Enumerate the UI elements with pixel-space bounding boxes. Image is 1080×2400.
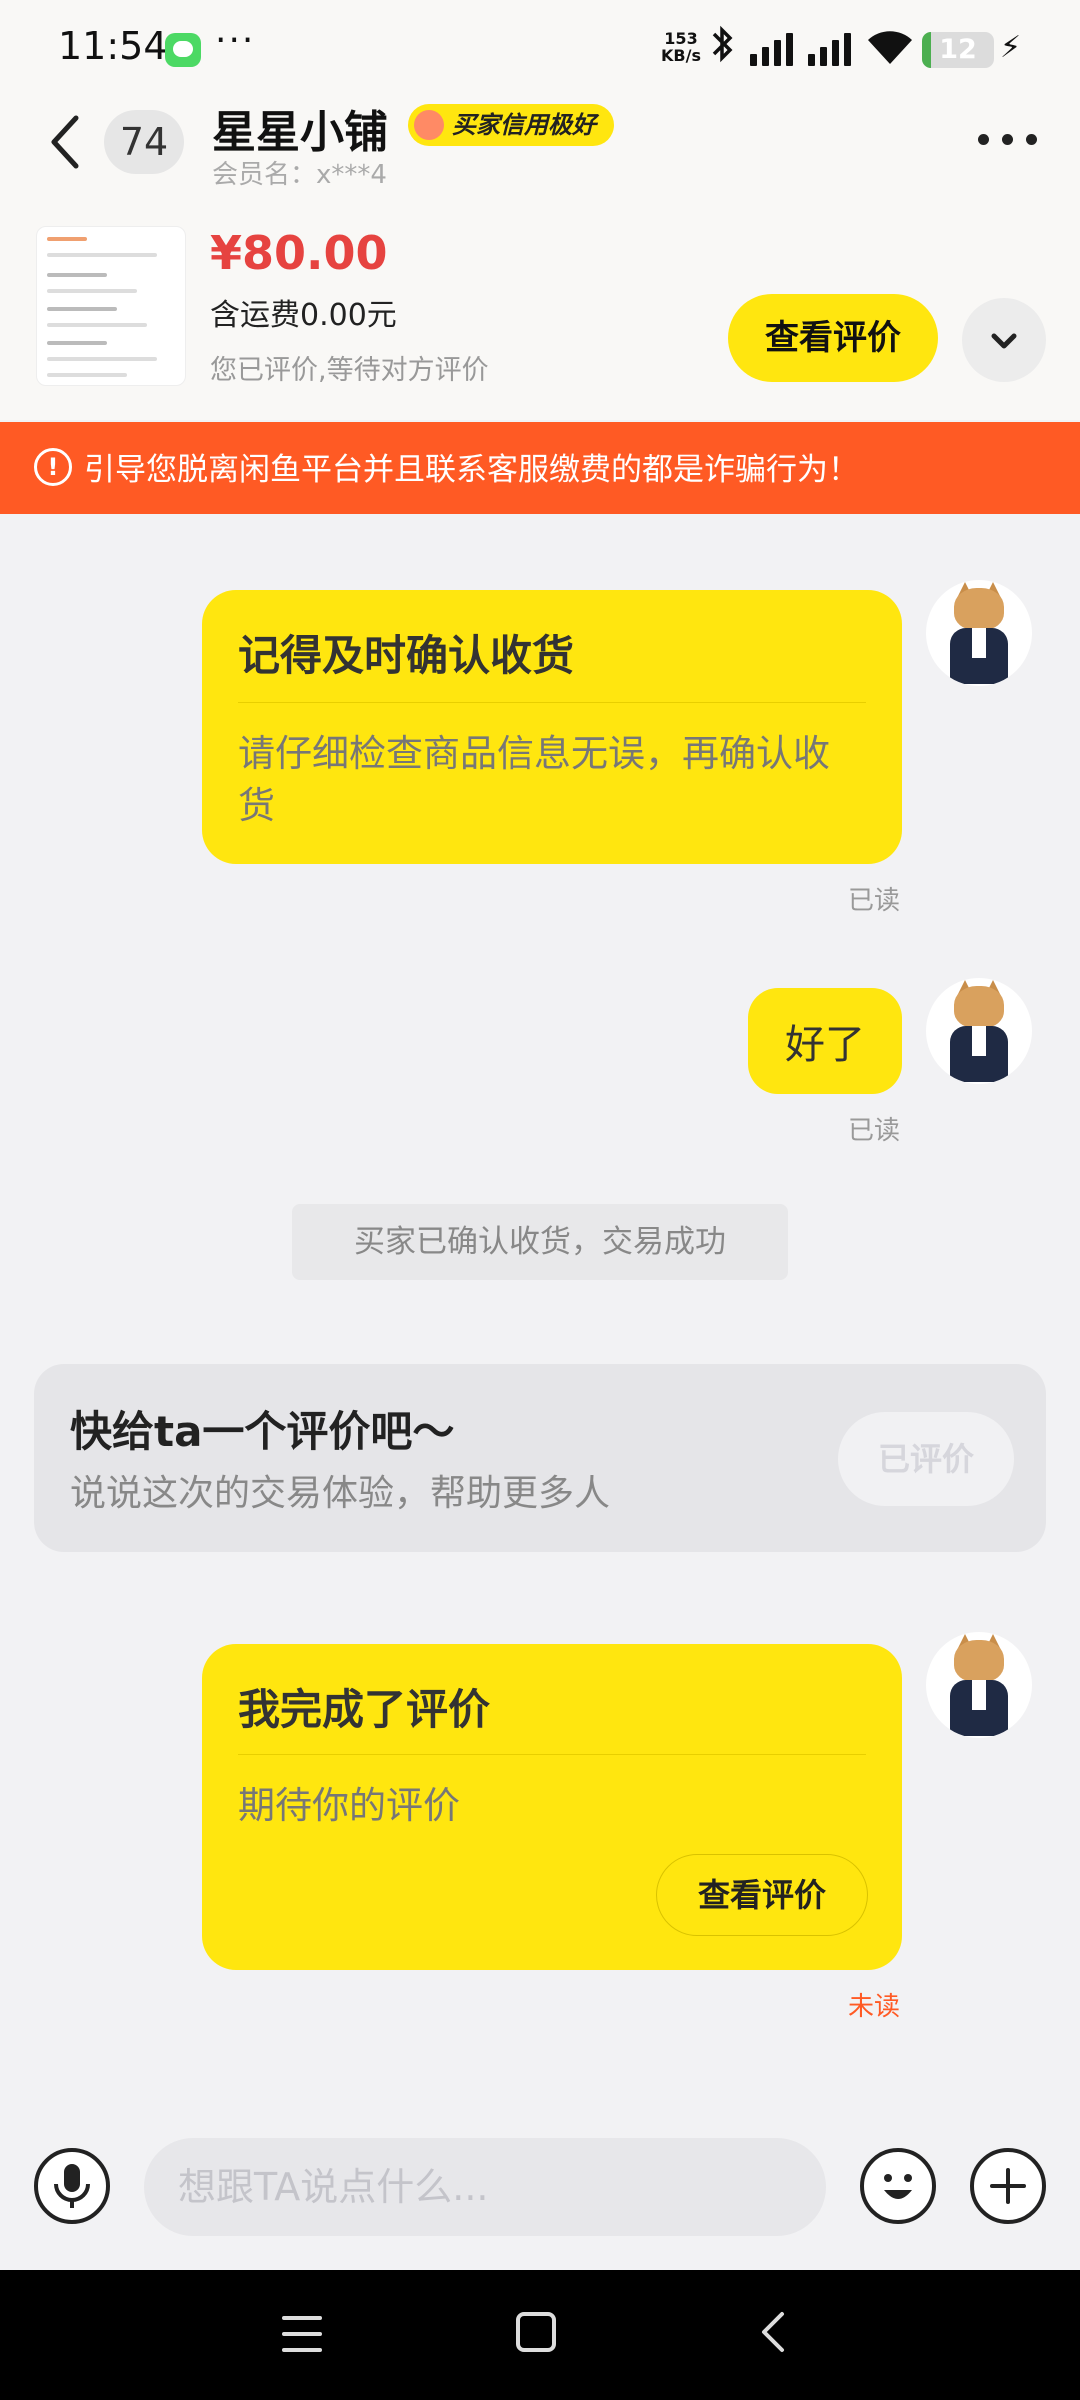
home-icon[interactable]: [516, 2312, 556, 2352]
read-status: 已读: [847, 886, 900, 916]
message-text: 好了: [785, 1022, 865, 1068]
network-speed: 153 KB/s: [656, 30, 706, 64]
shop-name[interactable]: 星星小铺: [212, 96, 388, 160]
emoji-icon[interactable]: [860, 2148, 936, 2224]
message-bubble-confirm-receipt[interactable]: 记得及时确认收货 请仔细检查商品信息无误，再确认收货: [202, 590, 902, 864]
avatar[interactable]: [926, 978, 1032, 1084]
network-speed-value: 153: [664, 29, 698, 48]
nav-back-icon[interactable]: [754, 2310, 794, 2354]
message-bubble-ok[interactable]: 好了: [748, 988, 902, 1094]
back-arrow-icon[interactable]: [44, 112, 84, 172]
message-title: 记得及时确认收货: [238, 631, 575, 680]
chevron-down-icon[interactable]: [962, 298, 1046, 382]
more-icon[interactable]: [978, 130, 1038, 150]
microphone-icon[interactable]: [34, 2148, 110, 2224]
menu-icon[interactable]: [282, 2316, 322, 2352]
signal-icon: [750, 32, 802, 66]
message-body: 期待你的评价: [238, 1784, 460, 1827]
avatar[interactable]: [926, 580, 1032, 686]
review-prompt-title: 快给ta一个评价吧～: [70, 1407, 455, 1456]
product-thumbnail[interactable]: [36, 226, 186, 386]
fraud-warning-text: 引导您脱离闲鱼平台并且联系客服缴费的都是诈骗行为！: [84, 452, 859, 488]
unread-count-badge[interactable]: 74: [104, 110, 184, 174]
unread-status: 未读: [847, 1992, 900, 2022]
credit-badge-icon: [414, 110, 444, 140]
avatar[interactable]: [926, 1632, 1032, 1738]
charging-icon: ⚡: [1000, 30, 1022, 65]
clock: 11:54: [58, 24, 168, 68]
message-title: 我完成了评价: [238, 1685, 491, 1734]
read-status: 已读: [847, 1116, 900, 1146]
system-message: 买家已确认收货，交易成功: [292, 1204, 788, 1280]
warning-icon: !: [34, 448, 72, 486]
product-price: ¥80.00: [210, 226, 388, 280]
review-status: 您已评价,等待对方评价: [210, 355, 489, 386]
member-name: 会员名：x***4: [212, 160, 387, 190]
plus-icon[interactable]: [970, 2148, 1046, 2224]
bluetooth-icon: [710, 24, 734, 73]
view-review-button-in-message[interactable]: 查看评价: [656, 1854, 868, 1936]
battery-level: 12: [939, 34, 977, 65]
signal-icon-2: [808, 32, 860, 66]
view-review-button[interactable]: 查看评价: [728, 294, 938, 382]
message-body: 请仔细检查商品信息无误，再确认收货: [238, 732, 830, 827]
battery-icon: 12: [922, 32, 994, 68]
shipping-fee: 含运费0.00元: [210, 298, 397, 333]
network-speed-unit: KB/s: [661, 46, 701, 65]
reviewed-button[interactable]: 已评价: [838, 1412, 1014, 1506]
review-prompt-subtitle: 说说这次的交易体验，帮助更多人: [70, 1473, 611, 1514]
more-notifications-icon: ···: [215, 20, 256, 61]
message-app-icon: [165, 33, 201, 67]
message-input[interactable]: [144, 2138, 826, 2236]
wifi-icon: [866, 30, 914, 66]
